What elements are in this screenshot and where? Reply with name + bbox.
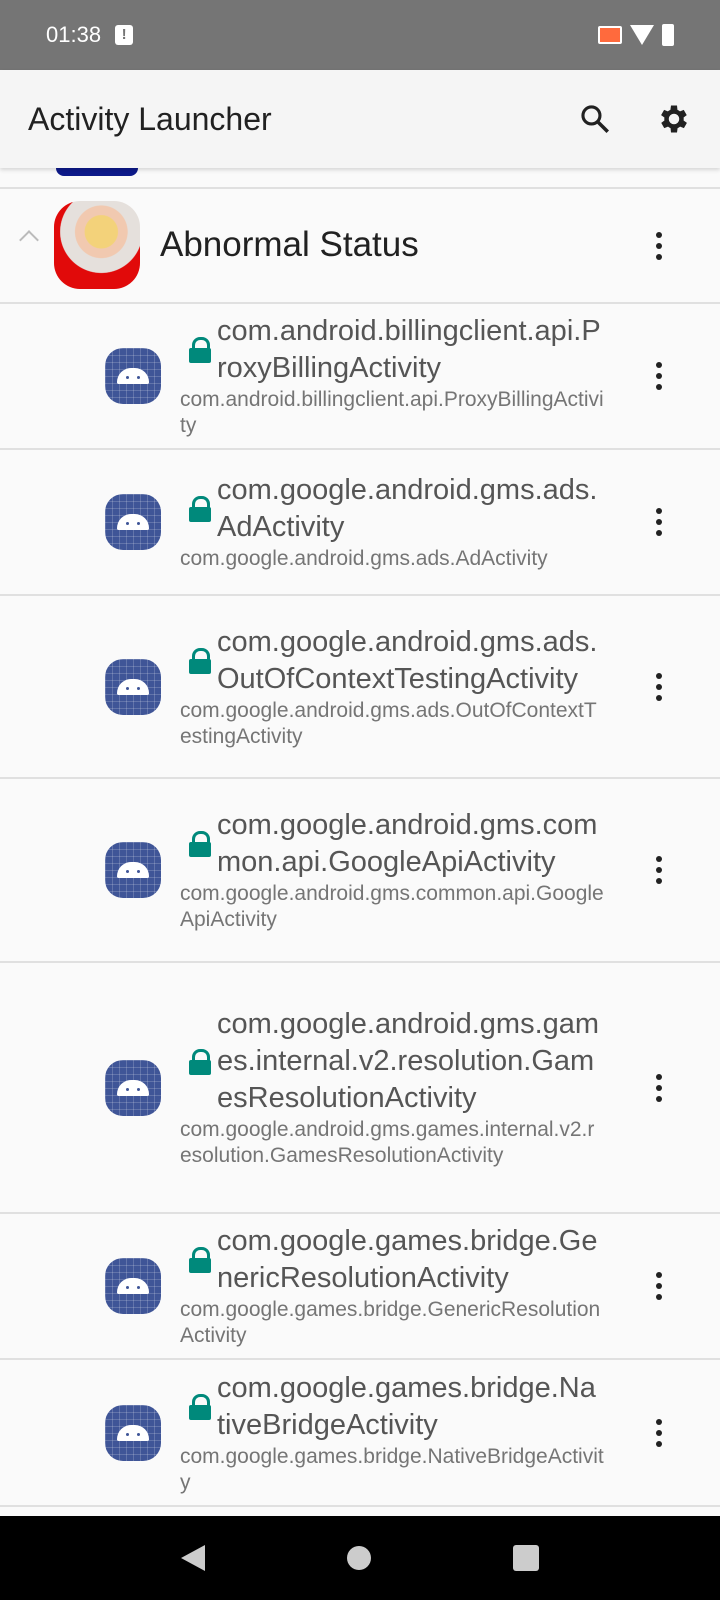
- lock-icon: [189, 1393, 211, 1420]
- search-icon[interactable]: [578, 102, 612, 136]
- activity-title: com.google.android.gms.common.api.Google…: [217, 809, 598, 878]
- activity-class-name: com.android.billingclient.api.ProxyBilli…: [180, 388, 604, 437]
- app-icon: [54, 201, 140, 289]
- activity-title: com.android.billingclient.api.ProxyBilli…: [217, 315, 601, 384]
- activity-row[interactable]: com.google.games.bridge.NativeBridgeActi…: [0, 1360, 720, 1507]
- activity-row[interactable]: com.google.games.bridge.GenericResolutio…: [0, 1214, 720, 1360]
- more-options-icon[interactable]: [656, 1272, 662, 1300]
- cast-icon: [598, 26, 622, 44]
- activity-class-name: com.google.android.gms.common.api.Google…: [180, 882, 604, 931]
- activity-title: com.google.android.gms.ads.OutOfContextT…: [217, 625, 598, 695]
- android-icon: [105, 1258, 161, 1314]
- navigation-bar: [0, 1516, 720, 1600]
- more-options-icon[interactable]: [656, 856, 662, 884]
- clock: 01:38: [46, 22, 102, 47]
- more-options-icon[interactable]: [656, 508, 662, 536]
- home-icon[interactable]: [347, 1546, 371, 1570]
- activity-class-name: com.google.android.gms.ads.OutOfContextT…: [180, 698, 597, 748]
- status-bar: 01:38 !: [0, 0, 720, 70]
- more-options-icon[interactable]: [656, 672, 662, 701]
- activity-row[interactable]: com.google.android.gms.games.internal.v2…: [0, 963, 720, 1214]
- app-group-header[interactable]: Abnormal Status: [0, 189, 720, 304]
- wifi-icon: [630, 25, 654, 45]
- activity-class-name: com.google.android.gms.games.internal.v2…: [180, 1118, 595, 1167]
- battery-icon: [662, 24, 674, 46]
- page-title: Activity Launcher: [28, 100, 272, 137]
- android-icon: [105, 842, 161, 898]
- lock-icon: [189, 647, 211, 674]
- activity-class-name: com.google.android.gms.ads.AdActivity: [180, 547, 548, 570]
- activity-row[interactable]: com.android.billingclient.api.ProxyBilli…: [0, 304, 720, 450]
- android-icon: [105, 1059, 161, 1116]
- activity-class-name: com.google.games.bridge.GenericResolutio…: [180, 1298, 601, 1347]
- lock-icon: [189, 1247, 211, 1273]
- lock-icon: [189, 831, 211, 857]
- activity-list: Abnormal Status com.android.billingclien…: [0, 187, 720, 1507]
- android-icon: [105, 1404, 161, 1461]
- app-bar: Activity Launcher: [0, 70, 720, 168]
- more-options-icon[interactable]: [656, 362, 662, 390]
- gear-icon[interactable]: [656, 101, 692, 137]
- more-options-icon[interactable]: [656, 231, 662, 260]
- previous-app-icon: [56, 168, 138, 176]
- alert-icon: !: [115, 25, 134, 45]
- activity-title: com.google.games.bridge.NativeBridgeActi…: [217, 1371, 596, 1441]
- more-options-icon[interactable]: [656, 1073, 662, 1102]
- activity-title: com.google.games.bridge.GenericResolutio…: [217, 1225, 598, 1294]
- more-options-icon[interactable]: [656, 1418, 662, 1447]
- android-icon: [105, 348, 161, 404]
- android-icon: [105, 494, 161, 550]
- activity-title: com.google.android.gms.games.internal.v2…: [217, 1008, 600, 1114]
- activity-row[interactable]: com.google.android.gms.ads.OutOfContextT…: [0, 596, 720, 779]
- lock-icon: [189, 1048, 211, 1075]
- lock-icon: [189, 337, 211, 363]
- activity-row[interactable]: com.google.android.gms.ads.AdActivity co…: [0, 450, 720, 596]
- recents-icon[interactable]: [513, 1545, 539, 1571]
- back-icon[interactable]: [181, 1545, 205, 1571]
- activity-class-name: com.google.games.bridge.NativeBridgeActi…: [180, 1444, 604, 1494]
- android-icon: [105, 658, 161, 715]
- activity-row[interactable]: com.google.android.gms.common.api.Google…: [0, 779, 720, 963]
- app-name: Abnormal Status: [160, 225, 419, 264]
- chevron-up-icon[interactable]: [19, 230, 39, 250]
- activity-title: com.google.android.gms.ads.AdActivity: [217, 474, 598, 543]
- lock-icon: [189, 496, 211, 522]
